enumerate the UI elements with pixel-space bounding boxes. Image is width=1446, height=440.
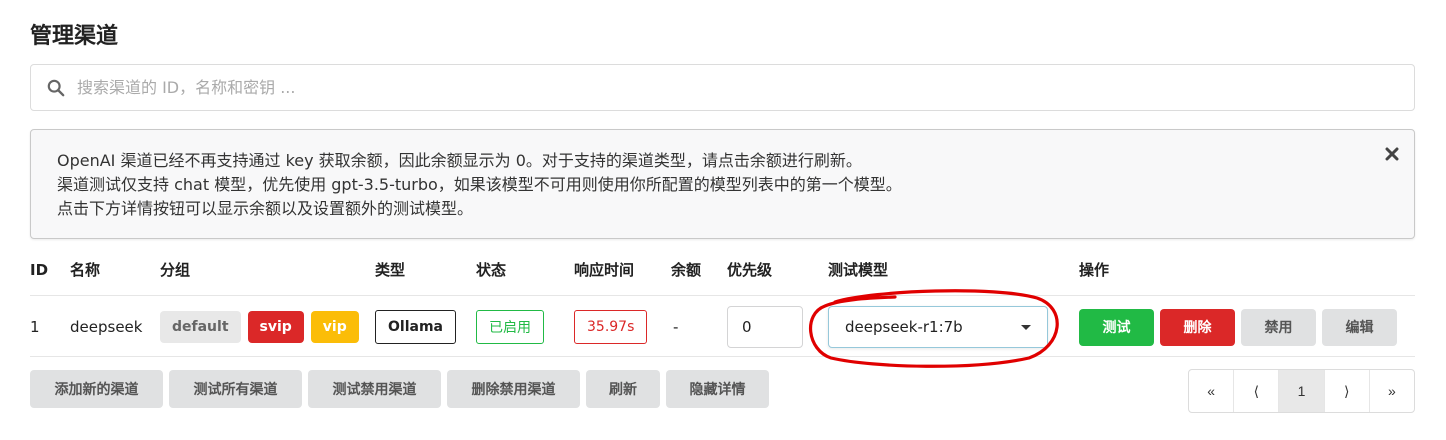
edit-button[interactable]: 编辑	[1322, 308, 1397, 346]
header-type: 类型	[375, 261, 406, 279]
response-time-badge[interactable]: 35.97s	[574, 310, 648, 344]
caret-down-icon	[1021, 324, 1031, 330]
cell-priority	[727, 297, 803, 357]
search-input[interactable]	[77, 78, 1414, 97]
header-balance: 余额	[671, 261, 702, 279]
header-status: 状态	[476, 261, 507, 279]
test-model-select[interactable]: deepseek-r1:7b	[828, 306, 1048, 348]
group-tag-vip: vip	[310, 311, 359, 343]
search-icon	[47, 79, 65, 96]
cell-test-model: deepseek-r1:7b	[828, 297, 1048, 357]
table-row: 1 deepseek default svip vip Ollama 已启用 3…	[30, 297, 1415, 357]
pagination: « ⟨ 1 ⟩ »	[1188, 369, 1415, 413]
search-box[interactable]	[30, 64, 1415, 111]
cell-groups: default svip vip	[160, 297, 366, 357]
add-channel-button[interactable]: 添加新的渠道	[30, 370, 163, 408]
notice-line-1: OpenAI 渠道已经不再支持通过 key 获取余额，因此余额显示为 0。对于支…	[57, 151, 862, 170]
hide-details-button[interactable]: 隐藏详情	[666, 370, 769, 408]
test-model-value: deepseek-r1:7b	[845, 318, 963, 336]
delete-disabled-channels-button[interactable]: 删除禁用渠道	[447, 370, 580, 408]
table-header: ID 名称 分组 类型 状态 响应时间 余额 优先级 测试模型 操作	[30, 258, 1415, 296]
close-notice-button[interactable]	[1382, 144, 1402, 164]
group-tag-svip: svip	[247, 311, 304, 343]
cell-response-time: 35.97s	[574, 297, 648, 357]
page-title: 管理渠道	[30, 24, 119, 49]
test-button[interactable]: 测试	[1079, 308, 1154, 346]
header-id: ID	[30, 261, 49, 279]
first-page-button[interactable]: «	[1189, 370, 1235, 412]
cell-actions: 测试 删除 禁用 编辑	[1079, 297, 1403, 357]
type-label: Ollama	[375, 310, 456, 344]
cell-status: 已启用	[476, 297, 544, 357]
info-notice: OpenAI 渠道已经不再支持通过 key 获取余额，因此余额显示为 0。对于支…	[30, 129, 1415, 239]
next-page-button[interactable]: ⟩	[1325, 370, 1370, 412]
cell-type: Ollama	[375, 297, 456, 357]
cell-balance[interactable]: -	[673, 297, 678, 357]
header-test-model: 测试模型	[828, 261, 889, 279]
cell-name: deepseek	[70, 318, 143, 336]
group-tag-default: default	[160, 311, 241, 343]
notice-line-2: 渠道测试仅支持 chat 模型，优先使用 gpt-3.5-turbo，如果该模型…	[57, 175, 902, 194]
test-disabled-channels-button[interactable]: 测试禁用渠道	[308, 370, 441, 408]
notice-line-3: 点击下方详情按钮可以显示余额以及设置额外的测试模型。	[57, 199, 474, 218]
prev-page-button[interactable]: ⟨	[1234, 370, 1280, 412]
header-name: 名称	[70, 261, 101, 279]
header-response-time: 响应时间	[574, 261, 635, 279]
header-priority: 优先级	[727, 261, 773, 279]
close-icon	[1385, 147, 1399, 161]
header-group: 分组	[160, 261, 191, 279]
disable-button[interactable]: 禁用	[1241, 308, 1316, 346]
cell-id: 1	[30, 318, 40, 336]
priority-input[interactable]	[727, 306, 803, 348]
status-badge: 已启用	[476, 310, 544, 344]
last-page-button[interactable]: »	[1370, 370, 1414, 412]
test-all-channels-button[interactable]: 测试所有渠道	[169, 370, 302, 408]
refresh-button[interactable]: 刷新	[586, 370, 660, 408]
delete-button[interactable]: 删除	[1160, 308, 1235, 346]
current-page[interactable]: 1	[1279, 370, 1325, 412]
header-actions: 操作	[1079, 261, 1110, 279]
